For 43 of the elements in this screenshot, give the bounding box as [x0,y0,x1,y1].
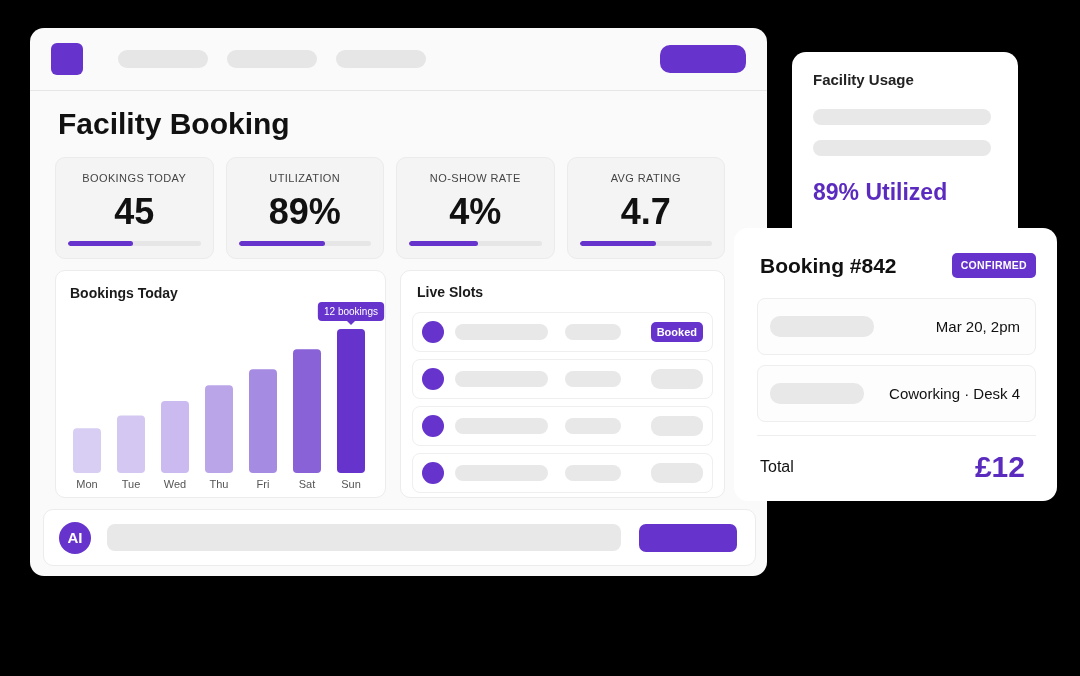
logo-icon [51,43,83,75]
stat-label: AVG RATING [610,172,681,185]
day-label: Tue [121,478,141,490]
day-label: Sat [298,478,316,490]
chart-bar [73,428,101,473]
stat-value: 4.7 [620,192,671,232]
stat-label: BOOKINGS TODAY [82,172,187,185]
panel-title: Live Slots [417,284,484,300]
status-tag: Booked [650,322,703,342]
total-label: Total [760,458,794,476]
day-label: Sun [341,478,361,490]
status-tag: CONFIRMED [951,253,1036,278]
slot-row[interactable]: Booked [412,312,713,352]
stat-label: NO-SHOW RATE [429,172,521,185]
stat-value: 89% [268,192,341,232]
slot-row[interactable] [412,359,713,399]
assistant-avatar: AI [59,521,91,554]
usage-summary: 89% Utilized [813,178,948,206]
dot-icon [422,321,444,343]
detail-value: Coworking · Desk 4 [889,385,1020,402]
dot-icon [422,462,444,484]
page-title: Facility Booking [58,106,290,142]
day-label: Mon [76,478,98,490]
stat-value: 4% [449,192,502,232]
day-label: Wed [163,478,187,490]
dot-icon [422,415,444,437]
booking-title: Booking #842 [760,253,897,278]
chart-bar [161,401,189,473]
total-amount: £12 [974,449,1025,485]
submit-button[interactable] [639,523,737,552]
card-title: Facility Usage [813,71,914,89]
day-label: Thu [209,478,229,490]
day-label: Fri [256,478,270,490]
detail-value: Mar 20, 2pm [935,318,1020,335]
chart-bar [117,415,145,473]
bar-tooltip: 12 bookings [317,302,385,325]
header-button[interactable] [660,45,746,73]
stat-label: UTILIZATION [269,172,341,185]
chart-title: Bookings Today [70,285,178,301]
stat-value: 45 [114,192,155,232]
slot-row[interactable] [412,406,713,446]
slot-row[interactable] [412,453,713,493]
dot-icon [422,368,444,390]
